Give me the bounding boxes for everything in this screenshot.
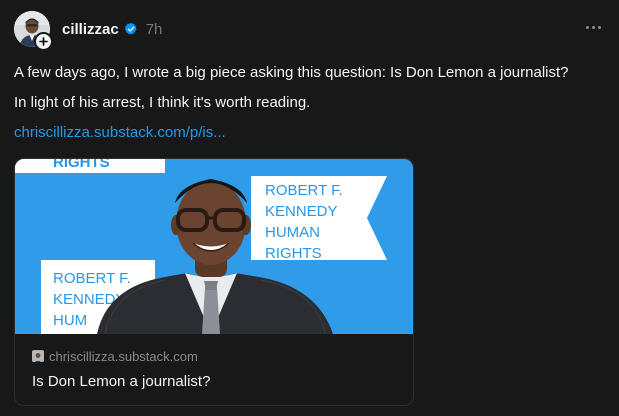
post-text-line: A few days ago, I wrote a big piece aski… bbox=[14, 64, 569, 81]
card-footer[interactable]: chriscillizza.substack.com Is Don Lemon … bbox=[15, 334, 413, 405]
sign-text: ROBERT F. bbox=[53, 270, 131, 287]
sign-text: ROBERT F. bbox=[265, 182, 343, 199]
sign-text: HUMAN bbox=[265, 224, 320, 241]
more-horizontal-icon bbox=[586, 25, 589, 29]
follow-button[interactable] bbox=[34, 32, 53, 51]
preview-image[interactable]: RIGHTS ROBERT F. KENNEDY HUMAN RIGHTS RO… bbox=[15, 159, 413, 334]
plus-icon bbox=[39, 37, 48, 46]
verified-badge-icon bbox=[124, 22, 138, 36]
avatar-container[interactable] bbox=[14, 11, 53, 51]
more-horizontal-icon bbox=[592, 25, 595, 29]
sign-text: RIGHTS bbox=[265, 245, 322, 262]
post-text-line: In light of his arrest, I think it's wor… bbox=[14, 94, 311, 111]
sign-text: HUM bbox=[53, 312, 87, 329]
sign-text-top: RIGHTS bbox=[53, 159, 110, 171]
link-preview-card[interactable]: RIGHTS ROBERT F. KENNEDY HUMAN RIGHTS RO… bbox=[14, 158, 414, 406]
post-header: cillizzac 7h bbox=[62, 19, 162, 39]
card-domain: chriscillizza.substack.com bbox=[49, 349, 198, 364]
post-link[interactable]: chriscillizza.substack.com/p/is... bbox=[14, 123, 226, 143]
more-options-button[interactable] bbox=[586, 20, 601, 34]
site-favicon bbox=[32, 350, 44, 362]
sign-text: KENNEDY bbox=[265, 203, 338, 220]
post-timestamp[interactable]: 7h bbox=[146, 21, 163, 38]
more-horizontal-icon bbox=[598, 25, 601, 29]
username-link[interactable]: cillizzac bbox=[62, 21, 119, 38]
card-title[interactable]: Is Don Lemon a journalist? bbox=[32, 373, 210, 391]
